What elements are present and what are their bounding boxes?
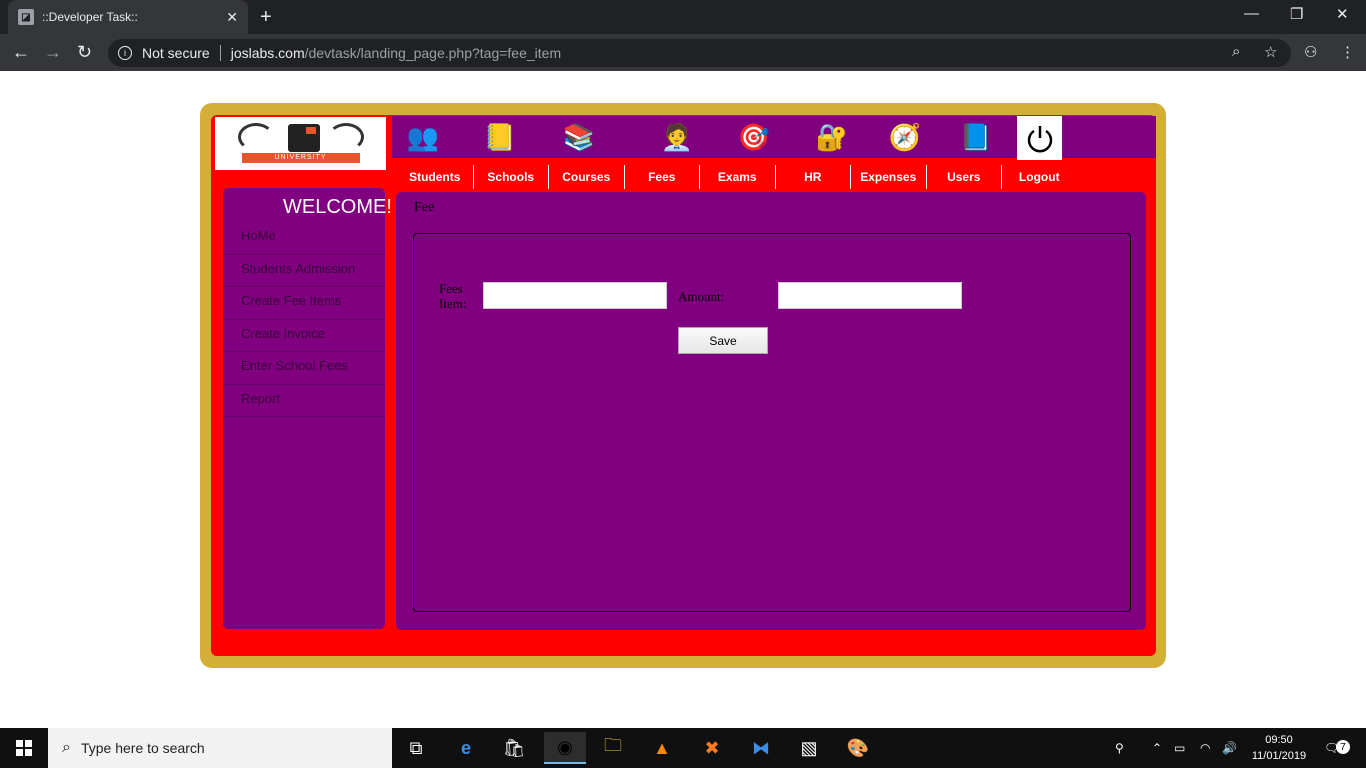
new-tab-icon[interactable]: + [260,6,272,29]
sidebar: WELCOME! HoMe Students Admission Create … [223,188,392,629]
students-icon[interactable]: 👥 [404,118,442,156]
omnibox-divider [219,45,221,61]
browser-tabstrip: ◪ ::Developer Task:: ✕ + — ❐ ✕ [0,0,1366,34]
clock-date: 11/01/2019 [1251,750,1307,762]
windows-logo-icon [16,740,32,756]
amount-label: Amount: [678,289,725,304]
browser-toolbar: ← → ↻ i Not secure joslabs.com/devtask/l… [0,34,1366,71]
photos-icon[interactable]: ▧ [793,732,825,764]
window-close-icon[interactable]: ✕ [1336,5,1349,23]
back-icon[interactable]: ← [12,42,30,63]
search-placeholder: Type here to search [80,740,205,756]
right-laurel-icon [327,123,364,151]
clock-time: 09:50 [1265,734,1293,746]
vlc-icon[interactable]: ▲ [646,732,678,764]
menu-logout[interactable]: Logout [1001,165,1077,189]
tab-title: ::Developer Task:: [42,10,138,24]
volume-icon[interactable]: 🔊 [1222,728,1237,768]
logo-ribbon: UNIVERSITY [241,153,360,163]
store-icon[interactable]: 🛍 [498,732,530,764]
fees-icon[interactable]: 🧑‍💼 [658,118,696,156]
restore-icon[interactable]: ❐ [1290,5,1303,23]
sidebar-item-report[interactable]: Report [223,385,385,417]
address-bar[interactable]: i Not secure joslabs.com/devtask/landing… [108,39,1291,67]
courses-icon[interactable]: 📚 [560,118,598,156]
sidebar-item-enter-school-fees[interactable]: Enter School Fees [223,352,385,385]
security-label: Not secure [142,45,210,61]
info-icon[interactable]: i [118,46,132,60]
exams-icon[interactable]: 🎯 [735,118,773,156]
users-icon[interactable]: 📘 [957,118,995,156]
wifi-icon[interactable]: ◠ [1200,728,1210,768]
minimize-icon[interactable]: — [1244,5,1259,22]
task-view-icon[interactable]: ⧉ [400,732,432,764]
menu-courses[interactable]: Courses [548,165,624,189]
expenses-icon[interactable]: 🧭 [886,118,924,156]
menu-students[interactable]: Students [397,165,473,189]
paint-icon[interactable]: 🎨 [842,732,874,764]
sidebar-item-students-admission[interactable]: Students Admission [223,255,385,287]
hr-icon[interactable]: 🔐 [813,118,851,156]
url-host: joslabs.com [230,45,305,61]
logo-graphic: UNIVERSITY [236,121,366,166]
tray-chevron-icon[interactable]: ⌃ [1152,728,1162,768]
bookmark-star-icon[interactable]: ☆ [1264,43,1277,61]
university-logo[interactable]: UNIVERSITY [215,117,386,170]
file-explorer-icon[interactable]: 🗀 [597,732,629,764]
welcome-heading: WELCOME! [283,196,392,218]
sidebar-item-home[interactable]: HoMe [223,222,385,255]
menu-schools[interactable]: Schools [472,165,549,189]
url-path: /devtask/landing_page.php?tag=fee_item [304,45,562,61]
fees-item-input[interactable] [483,282,667,309]
menu-dots-icon[interactable]: ⋮ [1340,43,1355,61]
menu-fees[interactable]: Fees [623,165,700,189]
vscode-icon[interactable]: ⧓ [745,732,777,764]
page-frame: UNIVERSITY 👥 📒 📚 🧑‍💼 🎯 🔐 🧭 📘 Students Sc… [200,103,1166,668]
notification-count-badge: 7 [1336,740,1350,754]
page-title: Fee [414,200,435,215]
battery-icon[interactable]: ▭ [1174,728,1185,768]
search-icon: ⌕ [62,739,71,756]
main-menu: Students Schools Courses Fees Exams HR E… [397,165,1077,189]
browser-tab[interactable]: ◪ ::Developer Task:: ✕ [8,0,248,34]
taskbar-search[interactable]: ⌕ Type here to search [48,728,392,768]
forward-icon[interactable]: → [44,42,62,63]
tab-close-icon[interactable]: ✕ [226,9,238,26]
save-button[interactable]: Save [678,327,768,354]
start-button[interactable] [0,728,48,768]
taskbar-clock[interactable]: 09:50 11/01/2019 [1245,732,1313,764]
chrome-icon[interactable]: ◉ [544,732,586,764]
extension-icon[interactable]: ⚇ [1304,43,1317,61]
sidebar-menu: HoMe Students Admission Create Fee Items… [223,222,385,417]
main-content: Fee Fees Item: Amount: Save [396,192,1146,630]
module-icon-bar: 👥 📒 📚 🧑‍💼 🎯 🔐 🧭 📘 [392,116,1156,160]
menu-expenses[interactable]: Expenses [850,165,926,189]
power-icon[interactable] [1017,116,1062,160]
logo-badge-icon [287,124,320,152]
sidebar-item-create-fee-items[interactable]: Create Fee Items [223,287,385,320]
xampp-icon[interactable]: ✖ [696,732,728,764]
edge-icon[interactable]: e [450,732,482,764]
people-icon[interactable]: ⚲ [1115,728,1124,768]
windows-taskbar: ⌕ Type here to search ⧉ e 🛍 ◉ 🗀 ▲ ✖ ⧓ ▧ … [0,728,1366,768]
fees-item-label: Fees Item: [439,281,467,311]
page-favicon-icon: ◪ [18,9,34,25]
reload-icon[interactable]: ↻ [77,42,92,63]
menu-users[interactable]: Users [925,165,1002,189]
page-inner-frame: UNIVERSITY 👥 📒 📚 🧑‍💼 🎯 🔐 🧭 📘 Students Sc… [211,115,1156,656]
menu-exams[interactable]: Exams [699,165,775,189]
schools-icon[interactable]: 📒 [481,118,519,156]
menu-hr[interactable]: HR [774,165,851,189]
left-laurel-icon [237,123,274,151]
fee-item-form: Fees Item: Amount: Save [413,233,1131,612]
amount-input[interactable] [778,282,962,309]
sidebar-item-create-invoice[interactable]: Create Invoice [223,320,385,352]
zoom-icon[interactable]: ⌕ [1232,43,1240,60]
